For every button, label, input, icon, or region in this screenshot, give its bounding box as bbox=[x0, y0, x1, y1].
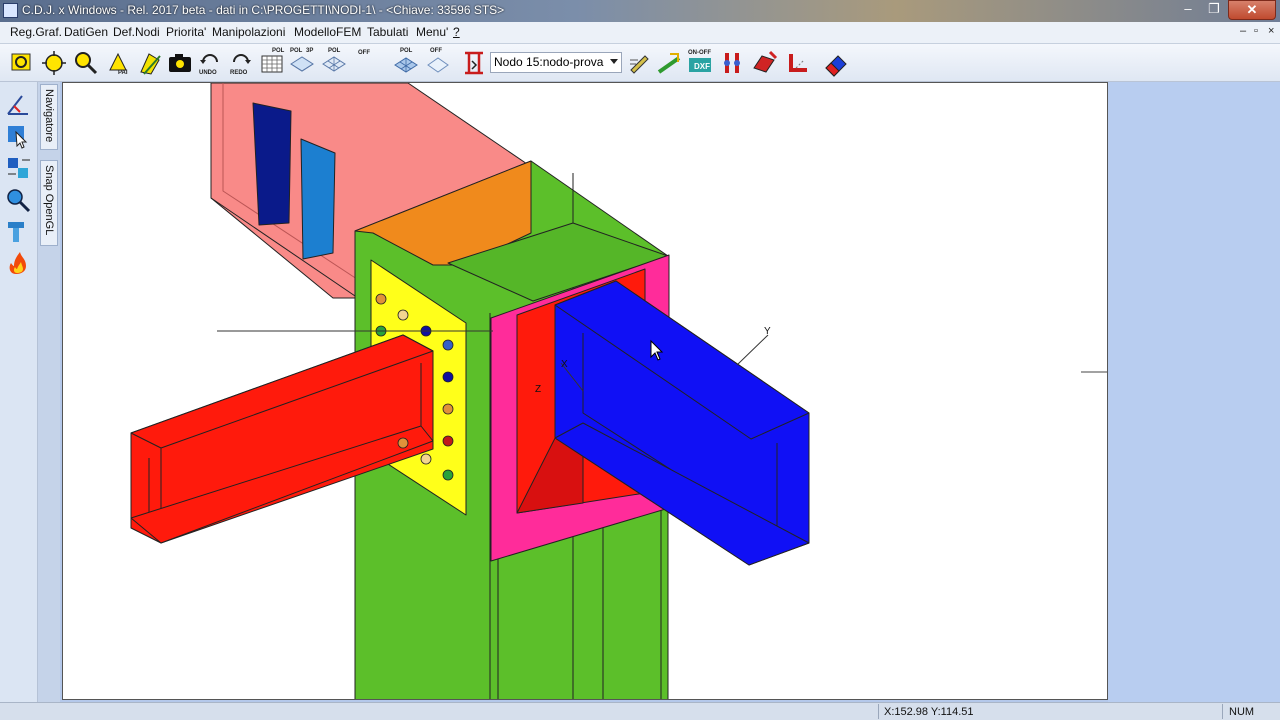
redo-button[interactable]: REDO bbox=[227, 48, 255, 78]
app-icon[interactable] bbox=[3, 3, 18, 18]
zoom-lens-icon[interactable] bbox=[72, 48, 100, 78]
axis-y-label: Y bbox=[764, 326, 771, 337]
menu-manipolazioni[interactable]: Manipolazioni bbox=[212, 25, 285, 39]
axis-x-label: X bbox=[561, 359, 568, 370]
bolt-tool-icon[interactable] bbox=[4, 218, 34, 246]
toolbar: PAI UNDO REDO POL POL 3P POL OFF POL OFF bbox=[0, 44, 1280, 82]
camera-icon[interactable] bbox=[166, 48, 194, 78]
polygon-off-icon[interactable]: OFF bbox=[352, 48, 380, 78]
section-profile-icon[interactable] bbox=[750, 48, 778, 78]
cursor-coordinates: X:152.98 Y:114.51 bbox=[884, 706, 974, 718]
weld-icon[interactable] bbox=[656, 48, 684, 78]
edit-pencil-icon[interactable] bbox=[626, 48, 654, 78]
model-viewport[interactable]: Y X Z bbox=[62, 82, 1108, 700]
menu-priorita[interactable]: Priorita' bbox=[166, 25, 206, 39]
menu-datigen[interactable]: DatiGen bbox=[64, 25, 108, 39]
left-tool-strip bbox=[0, 82, 38, 702]
rotate-view-icon[interactable] bbox=[136, 48, 164, 78]
undo-button[interactable]: UNDO bbox=[196, 48, 224, 78]
fire-icon[interactable] bbox=[4, 248, 34, 276]
menu-menu[interactable]: Menu' bbox=[416, 25, 448, 39]
tab-navigatore-label: Navigatore bbox=[43, 89, 55, 143]
menu-modellofem[interactable]: ModelloFEM bbox=[294, 25, 361, 39]
stiffener-dark bbox=[252, 102, 292, 226]
zoom-window-icon[interactable] bbox=[8, 48, 36, 78]
title-bar: C.D.J. x Windows - Rel. 2017 beta - dati… bbox=[0, 0, 1280, 22]
menu-tabulati[interactable]: Tabulati bbox=[367, 25, 408, 39]
chevron-down-icon[interactable] bbox=[610, 59, 618, 64]
status-bar: X:152.98 Y:114.51 NUM bbox=[0, 702, 1280, 720]
numlock-indicator: NUM bbox=[1229, 706, 1255, 718]
right-background-area bbox=[1108, 82, 1280, 702]
menu-reg-graf[interactable]: Reg.Graf. bbox=[10, 25, 62, 39]
search-magnifier-icon[interactable] bbox=[4, 186, 34, 214]
minimize-button[interactable]: ‒ bbox=[1176, 0, 1200, 20]
angle-profile-icon[interactable] bbox=[786, 48, 814, 78]
maximize-button[interactable]: ❐ bbox=[1202, 0, 1226, 20]
side-tabs: Navigatore Snap OpenGL bbox=[38, 82, 60, 702]
node-select-value: Nodo 15:nodo-prova bbox=[494, 55, 604, 69]
mesh-view-icon[interactable]: POL bbox=[392, 48, 420, 78]
polygon-mesh-icon[interactable]: POL bbox=[320, 48, 348, 78]
steel-joint-3d-model[interactable]: Y X Z bbox=[63, 83, 1108, 700]
zoom-all-icon[interactable] bbox=[40, 48, 68, 78]
mdi-minimize-button[interactable]: – bbox=[1240, 25, 1246, 37]
axis-z-label: Z bbox=[535, 384, 541, 395]
polygon-grid-icon[interactable]: POL bbox=[258, 48, 286, 78]
node-split-icon[interactable] bbox=[460, 48, 488, 78]
mdi-restore-button[interactable]: ▫ bbox=[1254, 25, 1258, 37]
mdi-close-button[interactable]: × bbox=[1268, 25, 1274, 37]
layers-icon[interactable] bbox=[4, 154, 34, 182]
measure-angle-icon[interactable] bbox=[4, 90, 34, 118]
bolts-icon[interactable] bbox=[718, 48, 746, 78]
close-button[interactable]: ✕ bbox=[1228, 0, 1276, 20]
eraser-icon[interactable] bbox=[822, 48, 850, 78]
node-select-dropdown[interactable]: Nodo 15:nodo-prova bbox=[490, 52, 622, 73]
dxf-export-icon[interactable]: ON-OFF DXF bbox=[686, 48, 714, 78]
tab-snap-opengl-label: Snap OpenGL bbox=[43, 165, 55, 236]
mesh-off-icon[interactable]: OFF bbox=[424, 48, 452, 78]
menu-def-nodi[interactable]: Def.Nodi bbox=[113, 25, 160, 39]
stiffener-light bbox=[300, 138, 336, 260]
menu-bar: Reg.Graf. DatiGen Def.Nodi Priorita' Man… bbox=[0, 22, 1280, 44]
menu-help[interactable]: ? bbox=[453, 25, 460, 39]
tab-snap-opengl[interactable]: Snap OpenGL bbox=[40, 160, 58, 246]
tab-navigatore[interactable]: Navigatore bbox=[40, 84, 58, 150]
select-pointer-icon[interactable] bbox=[4, 122, 34, 150]
pan-icon[interactable]: PAI bbox=[104, 48, 132, 78]
polygon-3p-icon[interactable]: POL 3P bbox=[288, 48, 316, 78]
window-title: C.D.J. x Windows - Rel. 2017 beta - dati… bbox=[22, 3, 505, 17]
